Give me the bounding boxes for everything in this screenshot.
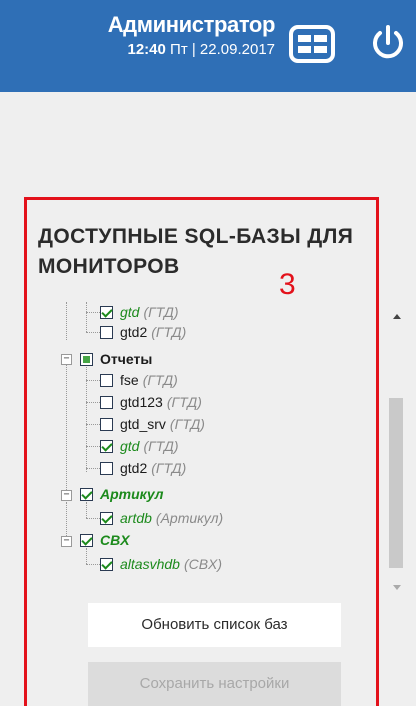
tree-line xyxy=(86,502,87,518)
scroll-down-arrow-icon[interactable] xyxy=(393,585,401,590)
checkbox[interactable] xyxy=(80,352,93,366)
menu-cell xyxy=(314,46,327,53)
tree-item[interactable]: gtd (ГТД) xyxy=(100,436,179,456)
minus-expander-icon[interactable]: − xyxy=(61,354,72,365)
tree-item[interactable]: artdb (Артикул) xyxy=(100,508,223,528)
checkbox[interactable] xyxy=(100,557,113,571)
checkbox[interactable] xyxy=(100,395,113,409)
tree-line xyxy=(86,518,100,519)
tree-group[interactable]: CBX xyxy=(80,530,130,550)
tree-item[interactable]: gtd123 (ГТД) xyxy=(100,392,202,412)
menu-cell xyxy=(314,35,327,42)
scrollbar-thumb[interactable] xyxy=(389,398,403,568)
tree-line xyxy=(86,564,100,565)
save-settings-button[interactable]: Сохранить настройки xyxy=(88,662,341,706)
tree-line xyxy=(86,548,87,564)
user-info: Администратор 12:40 Пт | 22.09.2017 xyxy=(107,12,276,60)
tree-item-name: gtd_srv xyxy=(120,416,166,432)
tree-line xyxy=(86,402,100,403)
tree-item-name: fse xyxy=(120,372,139,388)
tree-line xyxy=(66,364,67,492)
menu-cell xyxy=(298,35,311,42)
datetime: 12:40 Пт | 22.09.2017 xyxy=(108,40,276,60)
tree-item-name: altasvhdb xyxy=(120,556,180,572)
tree-item-type: (ГТД) xyxy=(169,416,205,432)
tree-line xyxy=(86,312,100,313)
annotation-number: 3 xyxy=(279,268,296,301)
tree-item-name: artdb xyxy=(120,510,152,526)
tree-item-type: (CBX) xyxy=(183,556,223,572)
checkbox[interactable] xyxy=(80,533,93,547)
tree-line xyxy=(86,332,100,333)
tree-item-type: (Артикул) xyxy=(155,510,224,526)
tree-item[interactable]: gtd2 (ГТД) xyxy=(100,458,186,478)
minus-expander-icon[interactable]: − xyxy=(61,490,72,501)
tree-item-name: gtd2 xyxy=(120,324,148,340)
power-icon[interactable] xyxy=(366,21,410,65)
checkbox[interactable] xyxy=(100,373,113,387)
checkbox[interactable] xyxy=(100,325,113,339)
tree-item-name: gtd2 xyxy=(120,460,148,476)
tree-item-name: gtd xyxy=(120,304,140,320)
user-name: Администратор xyxy=(107,12,276,37)
tree-item-name: gtd123 xyxy=(120,394,163,410)
tree-item-type: (ГТД) xyxy=(151,324,187,340)
date-text: Пт | 22.09.2017 xyxy=(165,41,275,58)
tree-item-type: (ГТД) xyxy=(166,394,202,410)
tree-line xyxy=(86,380,100,381)
panel-title: ДОСТУПНЫЕ SQL-БАЗЫ ДЛЯ МОНИТОРОВ xyxy=(38,225,354,278)
tree-group-name: CBX xyxy=(100,532,130,548)
tree-item[interactable]: gtd_srv (ГТД) xyxy=(100,414,205,434)
tree-line xyxy=(66,302,67,340)
tree-item-type: (ГТД) xyxy=(151,460,187,476)
top-header: Администратор 12:40 Пт | 22.09.2017 xyxy=(0,0,416,92)
checkbox[interactable] xyxy=(100,305,113,319)
tree-line xyxy=(86,302,87,332)
tree-item[interactable]: altasvhdb (CBX) xyxy=(100,554,222,574)
tree-group[interactable]: Отчеты xyxy=(80,349,152,369)
tree-group[interactable]: Артикул xyxy=(80,484,163,504)
checkbox[interactable] xyxy=(100,461,113,475)
checkbox[interactable] xyxy=(100,511,113,525)
tree-item-name: gtd xyxy=(120,438,140,454)
checkbox[interactable] xyxy=(80,487,93,501)
tree-line xyxy=(86,446,100,447)
tree-line xyxy=(86,360,87,472)
tree-item-type: (ГТД) xyxy=(143,438,179,454)
tree-line xyxy=(66,502,67,538)
minus-expander-icon[interactable]: − xyxy=(61,536,72,547)
time-text: 12:40 xyxy=(127,41,166,58)
menu-cell xyxy=(298,46,311,53)
tree-line xyxy=(86,424,100,425)
tree-item[interactable]: gtd (ГТД) xyxy=(100,302,179,322)
checkbox[interactable] xyxy=(100,439,113,453)
tree-item-type: (ГТД) xyxy=(143,304,179,320)
tree-item[interactable]: fse (ГТД) xyxy=(100,370,178,390)
tree-group-name: Отчеты xyxy=(100,351,153,367)
grid-menu-icon[interactable] xyxy=(289,25,335,63)
database-tree: − − − gtd (ГТД) gtd2 (ГТД) Отчеты fse (ГТД)… xyxy=(58,302,378,592)
tree-item[interactable]: gtd2 (ГТД) xyxy=(100,322,186,342)
tree-line xyxy=(86,468,100,469)
tree-group-name: Артикул xyxy=(100,486,164,502)
refresh-list-button[interactable]: Обновить список баз xyxy=(88,603,341,647)
checkbox[interactable] xyxy=(100,417,113,431)
tree-item-type: (ГТД) xyxy=(142,372,178,388)
scroll-up-arrow-icon[interactable] xyxy=(393,314,401,319)
